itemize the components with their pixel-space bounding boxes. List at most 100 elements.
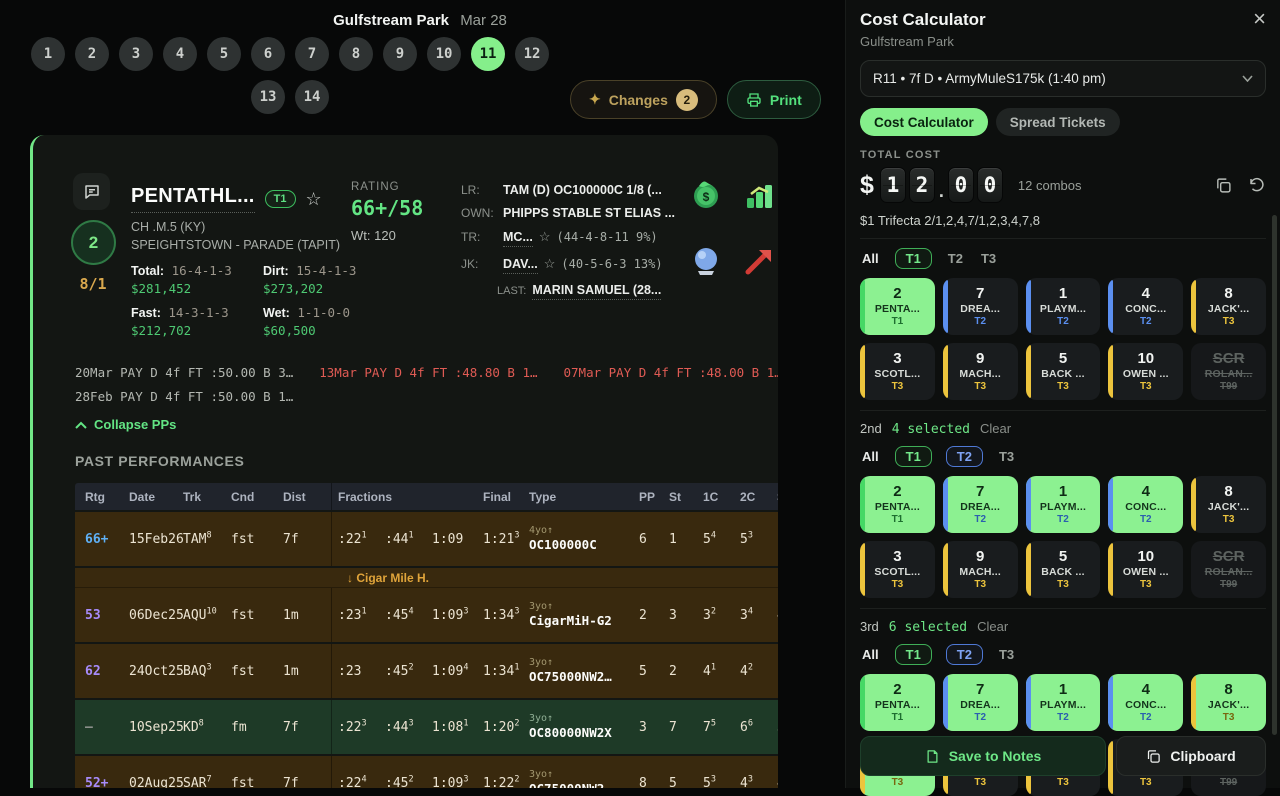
favorite-star-icon[interactable]: ☆ (306, 189, 322, 210)
tab-spread-tickets[interactable]: Spread Tickets (996, 108, 1120, 136)
filter-t2[interactable]: T2 (946, 644, 983, 665)
pp-col-cnd: Cnd (225, 490, 277, 504)
race-button-3[interactable]: 3 (119, 37, 153, 71)
horse-button-8[interactable]: 8JACK'...T3 (1191, 674, 1266, 731)
collapse-pps-link[interactable]: Collapse PPs (75, 417, 176, 432)
stat-wet: Wet: 1-1-0-0 $60,500 (263, 304, 383, 340)
race-select[interactable]: R11 • 7f D • ArmyMuleS175k (1:40 pm) (860, 60, 1266, 97)
horse-button-7[interactable]: 7DREA...T2 (943, 674, 1018, 731)
filter-all[interactable]: All (860, 446, 881, 467)
pp-row-15feb26: 66+15Feb26TAM8fst7f:221:4411:091:2134yo↑… (75, 512, 778, 566)
horse-button-2[interactable]: 2PENTA...T1 (860, 476, 935, 533)
clear-button[interactable]: Clear (980, 421, 1011, 436)
svg-text:$: $ (703, 190, 710, 204)
race-button-8[interactable]: 8 (339, 37, 373, 71)
decimal-point: . (939, 181, 944, 202)
print-button[interactable]: Print (727, 80, 821, 119)
filter-t3[interactable]: T3 (997, 644, 1016, 665)
sparkle-icon: ✦ (589, 91, 601, 108)
panel-subtitle: Gulfstream Park (860, 34, 1266, 49)
stat-total: Total: 16-4-1-3 $281,452 (131, 262, 253, 298)
copy-cost-icon[interactable] (1215, 177, 1232, 194)
horse-button-7[interactable]: 7DREA...T2 (943, 476, 1018, 533)
pp-row-10sep25: –10Sep25KD8fm7f:223:4431:0811:2023yo↑OC8… (75, 700, 778, 754)
changes-button[interactable]: ✦ Changes 2 (570, 80, 717, 119)
filter-t1[interactable]: T1 (895, 644, 932, 665)
horse-button-3[interactable]: 3SCOTL...T3 (860, 541, 935, 598)
race-button-5[interactable]: 5 (207, 37, 241, 71)
horse-button-scr: SCRROLAN...T99 (1191, 541, 1266, 598)
money-icon: $ (681, 169, 731, 221)
filter-t1[interactable]: T1 (895, 248, 932, 269)
filter-all[interactable]: All (860, 248, 881, 269)
cost-calculator-panel: Cost Calculator × Gulfstream Park R11 • … (845, 0, 1280, 788)
horse-button-4[interactable]: 4CONC...T2 (1108, 674, 1183, 731)
pp-row-24oct25: 6224Oct25BAQ3fst1m:23:4521:0941:3413yo↑O… (75, 644, 778, 698)
race-button-9[interactable]: 9 (383, 37, 417, 71)
comment-button[interactable] (73, 173, 110, 210)
connection-value[interactable]: DAV... (503, 257, 538, 274)
race-button-4[interactable]: 4 (163, 37, 197, 71)
connection-value[interactable]: MC... (503, 230, 533, 247)
horse-button-4[interactable]: 4CONC...T2 (1108, 476, 1183, 533)
pp-col-final: Final (477, 490, 523, 504)
horse-button-2[interactable]: 2PENTA...T1 (860, 278, 935, 335)
race-button-7[interactable]: 7 (295, 37, 329, 71)
filter-t2[interactable]: T2 (946, 248, 965, 269)
horse-button-4[interactable]: 4CONC...T2 (1108, 278, 1183, 335)
horse-button-5[interactable]: 5BACK ...T3 (1026, 343, 1101, 400)
save-to-notes-button[interactable]: Save to Notes (860, 736, 1106, 776)
filter-t3[interactable]: T3 (979, 248, 998, 269)
race-button-12[interactable]: 12 (515, 37, 549, 71)
program-number: 2 (71, 220, 116, 265)
race-button-2[interactable]: 2 (75, 37, 109, 71)
horse-button-5[interactable]: 5BACK ...T3 (1026, 541, 1101, 598)
connection-row-lr: LR:TAM (D) OC100000C 1/8 (... (461, 183, 701, 197)
race-number-bar: 123456789101112 1314 (0, 37, 580, 114)
race-button-1[interactable]: 1 (31, 37, 65, 71)
copy-icon (1146, 749, 1161, 764)
filter-t1[interactable]: T1 (895, 446, 932, 467)
horse-button-1[interactable]: 1PLAYM...T2 (1026, 278, 1101, 335)
horse-button-1[interactable]: 1PLAYM...T2 (1026, 674, 1101, 731)
horse-name[interactable]: PENTATHL... (131, 185, 255, 213)
filter-t2[interactable]: T2 (946, 446, 983, 467)
pp-col-trk: Trk (177, 490, 225, 504)
workout-line: 28Feb PAY D 4f FT :50.00 B 1… (75, 389, 293, 404)
panel-scrollbar[interactable] (1272, 215, 1277, 735)
horse-button-10[interactable]: 10OWEN ...T3 (1108, 343, 1183, 400)
horse-button-3[interactable]: 3SCOTL...T3 (860, 343, 935, 400)
race-button-6[interactable]: 6 (251, 37, 285, 71)
clear-button[interactable]: Clear (977, 619, 1008, 634)
filter-t3[interactable]: T3 (997, 446, 1016, 467)
changes-label: Changes (609, 92, 668, 108)
connection-value: PHIPPS STABLE ST ELIAS ... (503, 206, 675, 220)
connection-row-jk: JK:DAV...☆(40-5-6-3 13%) (461, 256, 701, 274)
horse-button-2[interactable]: 2PENTA...T1 (860, 674, 935, 731)
close-icon[interactable]: × (1253, 10, 1266, 28)
horse-button-7[interactable]: 7DREA...T2 (943, 278, 1018, 335)
race-button-13[interactable]: 13 (251, 80, 285, 114)
connection-value[interactable]: MARIN SAMUEL (28... (532, 283, 661, 300)
race-button-10[interactable]: 10 (427, 37, 461, 71)
horse-button-9[interactable]: 9MACH...T3 (943, 541, 1018, 598)
horse-button-8[interactable]: 8JACK'...T3 (1191, 278, 1266, 335)
horse-breeding: SPEIGHTSTOWN - PARADE (TAPIT) (131, 238, 381, 252)
connection-row-own: OWN:PHIPPS STABLE ST ELIAS ... (461, 206, 701, 220)
reset-icon[interactable] (1248, 176, 1266, 194)
horse-button-9[interactable]: 9MACH...T3 (943, 343, 1018, 400)
group-header-2nd: 2nd4 selectedClear (860, 421, 1266, 437)
tab-cost-calculator[interactable]: Cost Calculator (860, 108, 988, 136)
workout-lines: 20Mar PAY D 4f FT :50.00 B 3…13Mar PAY D… (75, 365, 775, 413)
star-icon[interactable]: ☆ (539, 229, 551, 245)
horse-button-8[interactable]: 8JACK'...T3 (1191, 476, 1266, 533)
horse-button-10[interactable]: 10OWEN ...T3 (1108, 541, 1183, 598)
horse-description: CH .M.5 (KY) (131, 220, 381, 234)
filter-all[interactable]: All (860, 644, 881, 665)
race-button-11[interactable]: 11 (471, 37, 505, 71)
star-icon[interactable]: ☆ (544, 256, 556, 272)
changes-count-badge: 2 (676, 89, 698, 111)
race-button-14[interactable]: 14 (295, 80, 329, 114)
horse-button-1[interactable]: 1PLAYM...T2 (1026, 476, 1101, 533)
clipboard-button[interactable]: Clipboard (1116, 736, 1266, 776)
